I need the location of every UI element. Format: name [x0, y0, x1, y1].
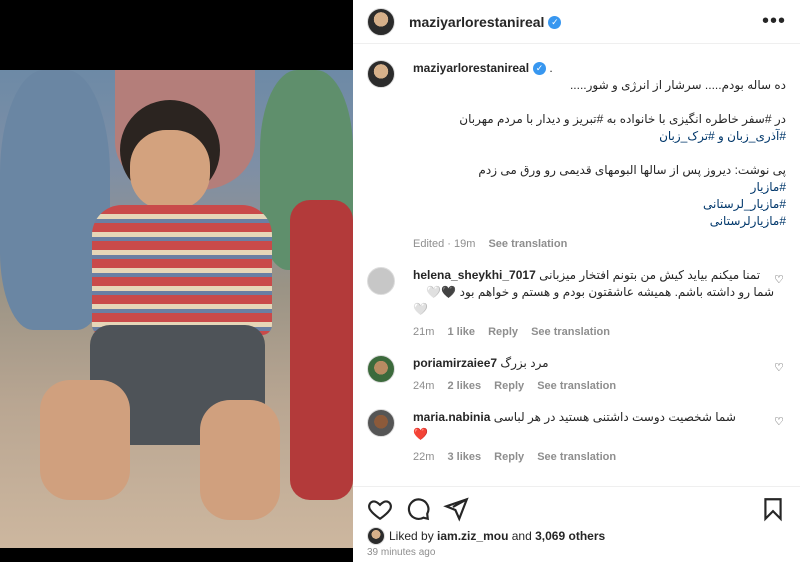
- liked-by-prefix: Liked by: [389, 529, 434, 543]
- comment-like-heart-icon[interactable]: ♡: [774, 273, 786, 341]
- caption-dot: .: [549, 61, 553, 75]
- comment-reply-button[interactable]: Reply: [494, 451, 524, 463]
- comment-time: 22m: [413, 451, 435, 463]
- comment-likes[interactable]: 1 like: [447, 326, 475, 338]
- post-media: [0, 0, 353, 562]
- comment-text: شما شخصیت دوست داشتنی هستید در هر لباسی: [493, 410, 736, 424]
- share-icon[interactable]: [443, 496, 469, 522]
- caption-hashtag-1[interactable]: #مازیار: [413, 179, 786, 196]
- comment-avatar[interactable]: [367, 355, 395, 383]
- post-caption: maziyarlorestanireal ✓ . ده ساله بودم....…: [353, 44, 800, 253]
- comment-username[interactable]: helena_sheykhi_7017: [413, 268, 536, 282]
- instagram-post-view: maziyarlorestanireal ✓ ••• maziyarloresta…: [0, 0, 800, 562]
- caption-author-username[interactable]: maziyarlorestanireal: [413, 61, 529, 75]
- post-detail-panel: maziyarlorestanireal ✓ ••• maziyarloresta…: [353, 0, 800, 562]
- comment-text-line-3: 🤍: [413, 302, 428, 316]
- comment-see-translation[interactable]: See translation: [537, 380, 616, 392]
- comment-see-translation[interactable]: See translation: [531, 326, 610, 338]
- verified-badge-icon: ✓: [548, 16, 562, 30]
- caption-line-3[interactable]: #آذری_زبان و #ترک_زبان: [413, 128, 786, 145]
- comment-likes[interactable]: 3 likes: [447, 451, 481, 463]
- liked-by-and: and: [511, 529, 532, 543]
- action-bar: [353, 487, 800, 523]
- caption-hashtag-3[interactable]: #مازیارلرستانی: [413, 213, 786, 230]
- caption-line-2: در #سفر خاطره انگیزی با خانواده به #تبری…: [459, 112, 786, 126]
- verified-badge-icon: ✓: [533, 62, 547, 76]
- liked-by-line: Liked by iam.ziz_mou and 3,069 others: [353, 523, 800, 545]
- caption-hashtag-2[interactable]: #مازیار_لرستانی: [413, 196, 786, 213]
- liked-by-username[interactable]: iam.ziz_mou: [437, 529, 508, 543]
- comment-time: 21m: [413, 326, 435, 338]
- post-actions-footer: Liked by iam.ziz_mou and 3,069 others 39…: [353, 486, 800, 562]
- comment-item: poriamirzaiee7 مرد بزرگ 24m 2 likes Repl…: [353, 341, 800, 395]
- liked-by-others[interactable]: 3,069 others: [535, 529, 605, 543]
- comment-username[interactable]: maria.nabinia: [413, 410, 490, 424]
- caption-line-1: ده ساله بودم..... سرشار از انرژی و شور..…: [569, 78, 786, 92]
- caption-author-avatar[interactable]: [367, 60, 395, 88]
- author-username[interactable]: maziyarlorestanireal ✓: [409, 14, 562, 30]
- comment-username[interactable]: poriamirzaiee7: [413, 356, 497, 370]
- comment-like-heart-icon[interactable]: ♡: [774, 361, 786, 395]
- comment-text: مرد بزرگ: [500, 356, 549, 370]
- author-avatar[interactable]: [367, 7, 395, 36]
- comment-text-line-2: شما رو داشته باشم. همیشه عاشقتون بودم و …: [426, 285, 774, 299]
- caption-line-4: پی نوشت: دیروز پس از سالها البومهای قدیم…: [478, 163, 786, 177]
- comment-avatar[interactable]: [367, 409, 395, 437]
- comment-reply-button[interactable]: Reply: [494, 380, 524, 392]
- post-photo[interactable]: [0, 70, 353, 548]
- comment-likes[interactable]: 2 likes: [447, 380, 481, 392]
- post-time-ago[interactable]: 39 minutes ago: [353, 545, 800, 558]
- caption-edited-time: Edited · 19m: [413, 238, 476, 250]
- caption-see-translation[interactable]: See translation: [488, 238, 567, 250]
- comments-scroll-area[interactable]: maziyarlorestanireal ✓ . ده ساله بودم....…: [353, 44, 800, 486]
- comment-reply-button[interactable]: Reply: [488, 326, 518, 338]
- comment-time: 24m: [413, 380, 435, 392]
- post-header: maziyarlorestanireal ✓ •••: [353, 0, 800, 44]
- bookmark-icon[interactable]: [760, 496, 786, 522]
- comment-item: helena_sheykhi_7017 تمنا میکنم بیاید کیش…: [353, 253, 800, 341]
- comment-like-heart-icon[interactable]: ♡: [774, 415, 786, 466]
- comment-avatar[interactable]: [367, 267, 395, 295]
- more-options-icon[interactable]: •••: [762, 10, 786, 33]
- liked-by-avatar[interactable]: [367, 527, 385, 545]
- comment-text: تمنا میکنم بیاید کیش من بتونم افتخار میز…: [539, 268, 761, 282]
- comment-heart-emoji: ❤️: [413, 427, 428, 441]
- comment-see-translation[interactable]: See translation: [537, 451, 616, 463]
- comment-item: maria.nabinia شما شخصیت دوست داشتنی هستی…: [353, 395, 800, 466]
- comment-icon[interactable]: [405, 496, 431, 522]
- heart-icon[interactable]: [367, 496, 393, 522]
